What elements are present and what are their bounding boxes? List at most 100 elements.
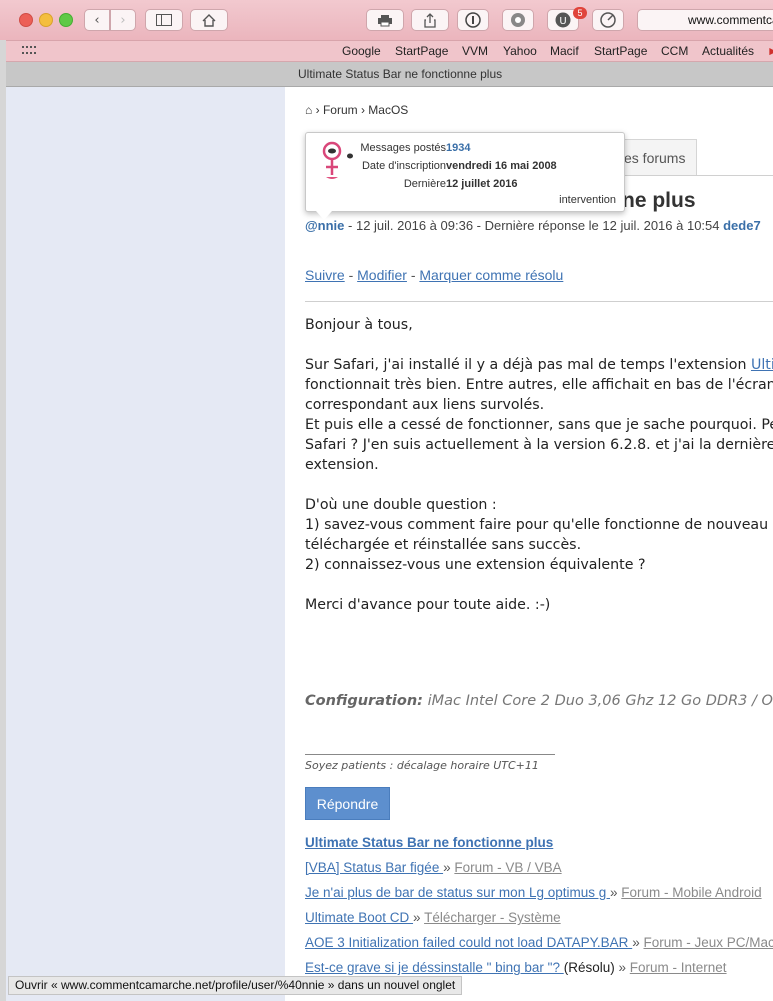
resolved-tag: (Résolu) bbox=[563, 960, 615, 975]
related-category-link[interactable]: Forum - VB / VBA bbox=[454, 860, 561, 875]
post-dates: - 12 juil. 2016 à 09:36 - Dernière répon… bbox=[344, 218, 724, 233]
joined-label: Date d'inscription bbox=[361, 160, 446, 172]
body-line: fonctionnait très bien. Entre autres, el… bbox=[305, 377, 773, 393]
last-reply-user-link[interactable]: dede7 bbox=[723, 218, 761, 233]
tab-divider bbox=[623, 175, 773, 176]
bookmark-item[interactable]: StartPage bbox=[395, 44, 448, 58]
gauge-icon bbox=[600, 12, 616, 28]
chevron-left-icon: ‹ bbox=[94, 12, 100, 28]
zoom-window-button[interactable] bbox=[59, 13, 73, 27]
related-title-link[interactable]: Je n'ai plus de bar de status sur mon Lg… bbox=[305, 885, 610, 900]
related-category-link[interactable]: Forum - Mobile Android bbox=[621, 885, 761, 900]
forward-button[interactable]: › bbox=[110, 9, 136, 31]
related-item: Je n'ai plus de bar de status sur mon Lg… bbox=[305, 885, 762, 900]
joined-value: vendredi 16 mai 2008 bbox=[446, 160, 557, 172]
related-title-link[interactable]: Est-ce grave si je déssinstalle " bing b… bbox=[305, 960, 564, 975]
info-circle-icon bbox=[465, 12, 481, 28]
home-button[interactable] bbox=[190, 9, 228, 31]
last-activity-label: Dernière bbox=[403, 178, 446, 190]
follow-link[interactable]: Suivre bbox=[305, 267, 345, 283]
extension-link[interactable]: Ulti bbox=[751, 357, 773, 373]
body-line: Bonjour à tous, bbox=[305, 317, 413, 333]
link-status-bar: Ouvrir « www.commentcamarche.net/profile… bbox=[8, 976, 463, 995]
configuration-label: Configuration: bbox=[305, 693, 423, 709]
related-item: Ultimate Boot CD » Télécharger - Système bbox=[305, 910, 561, 925]
body-line: téléchargée et réinstallée sans succès. bbox=[305, 537, 582, 553]
sidebar-toggle-button[interactable] bbox=[145, 9, 183, 31]
body-line: 1) savez-vous comment faire pour qu'elle… bbox=[305, 517, 773, 533]
author-link[interactable]: @nnie bbox=[305, 218, 344, 233]
top-sites-grid-icon[interactable] bbox=[22, 46, 36, 56]
extension-badge: 5 bbox=[573, 7, 587, 19]
speed-extension-button[interactable] bbox=[592, 9, 624, 31]
bookmark-overflow-icon[interactable]: ► bbox=[767, 44, 773, 58]
bookmark-item[interactable]: CCM bbox=[661, 44, 688, 58]
ublock-icon: U bbox=[555, 12, 571, 28]
page-title: ne plus bbox=[622, 189, 696, 212]
close-window-button[interactable] bbox=[19, 13, 33, 27]
last-activity-footer: intervention bbox=[559, 194, 616, 206]
related-title-link[interactable]: Ultimate Boot CD bbox=[305, 910, 413, 925]
related-title-link[interactable]: Ultimate Status Bar ne fonctionne plus bbox=[305, 835, 553, 850]
page-left-margin bbox=[6, 87, 285, 1001]
related-title-link[interactable]: AOE 3 Initialization failed could not lo… bbox=[305, 935, 632, 950]
posts-value: 1934 bbox=[446, 142, 471, 154]
bookmark-item[interactable]: VVM bbox=[462, 44, 488, 58]
share-button[interactable] bbox=[411, 9, 449, 31]
breadcrumb-item-macos[interactable]: MacOS bbox=[368, 103, 408, 117]
body-line: Sur Safari, j'ai installé il y a déjà pa… bbox=[305, 357, 773, 373]
signature-divider bbox=[305, 754, 555, 755]
back-button[interactable]: ‹ bbox=[84, 9, 110, 31]
bookmark-item[interactable]: StartPage bbox=[594, 44, 647, 58]
bookmark-item[interactable]: Google bbox=[342, 44, 381, 58]
active-tab-title[interactable]: Ultimate Status Bar ne fonctionne plus bbox=[298, 67, 502, 81]
body-line: 2) connaissez-vous une extension équival… bbox=[305, 557, 646, 573]
related-category-link[interactable]: Forum - Jeux PC/Mac bbox=[643, 935, 773, 950]
svg-text:U: U bbox=[559, 16, 566, 27]
signature: Soyez patients : décalage horaire UTC+11 bbox=[305, 759, 539, 772]
breadcrumb-item-forum[interactable]: Forum bbox=[323, 103, 358, 117]
related-item: AOE 3 Initialization failed could not lo… bbox=[305, 935, 773, 950]
post-meta: @nnie - 12 juil. 2016 à 09:36 - Dernière… bbox=[305, 218, 761, 233]
related-list: Ultimate Status Bar ne fonctionne plus [… bbox=[305, 835, 773, 985]
extension-button[interactable] bbox=[502, 9, 534, 31]
home-icon[interactable]: ⌂ bbox=[305, 103, 312, 117]
configuration-value: iMac Intel Core 2 Duo 3,06 Ghz 12 Go DDR… bbox=[422, 693, 773, 709]
body-line: D'où une double question : bbox=[305, 497, 497, 513]
sidebar-icon bbox=[156, 14, 172, 26]
bookmark-item[interactable]: Actualités bbox=[702, 44, 754, 58]
body-line: Merci d'avance pour toute aide. :-) bbox=[305, 597, 551, 613]
chevron-right-icon: › bbox=[120, 12, 126, 28]
extension-icon bbox=[511, 13, 525, 27]
browser-window: ‹ › U 5 www.commentcamarche bbox=[0, 0, 773, 1001]
breadcrumb-separator-icon: › bbox=[315, 103, 320, 117]
body-line: Safari ? J'en suis actuellement à la ver… bbox=[305, 437, 773, 453]
address-bar[interactable]: www.commentcamarche bbox=[637, 9, 773, 31]
minimize-window-button[interactable] bbox=[39, 13, 53, 27]
separator: - bbox=[344, 267, 358, 283]
tab-bar: Ultimate Status Bar ne fonctionne plus bbox=[0, 62, 773, 87]
configuration: Configuration: iMac Intel Core 2 Duo 3,0… bbox=[305, 693, 773, 709]
related-category-link[interactable]: Forum - Internet bbox=[630, 960, 727, 975]
body-line: Et puis elle a cessé de fonctionner, san… bbox=[305, 417, 773, 433]
separator: - bbox=[406, 267, 420, 283]
reply-button[interactable]: Répondre bbox=[305, 787, 390, 820]
divider bbox=[305, 301, 773, 302]
print-button[interactable] bbox=[366, 9, 404, 31]
printer-icon bbox=[378, 14, 392, 26]
related-item: Ultimate Status Bar ne fonctionne plus bbox=[305, 835, 773, 860]
profile-popover: Messages postés 1934 Date d'inscription … bbox=[305, 132, 625, 220]
breadcrumb: ⌂ › Forum › MacOS bbox=[305, 103, 408, 117]
bookmark-item[interactable]: Yahoo bbox=[503, 44, 537, 58]
edit-link[interactable]: Modifier bbox=[357, 267, 407, 283]
breadcrumb-separator-icon: › bbox=[360, 103, 365, 117]
related-category-link[interactable]: Télécharger - Système bbox=[424, 910, 561, 925]
post-body: Bonjour à tous, Sur Safari, j'ai install… bbox=[305, 315, 773, 615]
popover-caret bbox=[316, 211, 332, 220]
last-activity-value: 12 juillet 2016 bbox=[446, 178, 518, 190]
mark-resolved-link[interactable]: Marquer comme résolu bbox=[419, 267, 563, 283]
info-extension-button[interactable] bbox=[457, 9, 489, 31]
body-line: extension. bbox=[305, 457, 379, 473]
bookmark-item[interactable]: Macif bbox=[550, 44, 579, 58]
related-title-link[interactable]: [VBA] Status Bar figée bbox=[305, 860, 443, 875]
